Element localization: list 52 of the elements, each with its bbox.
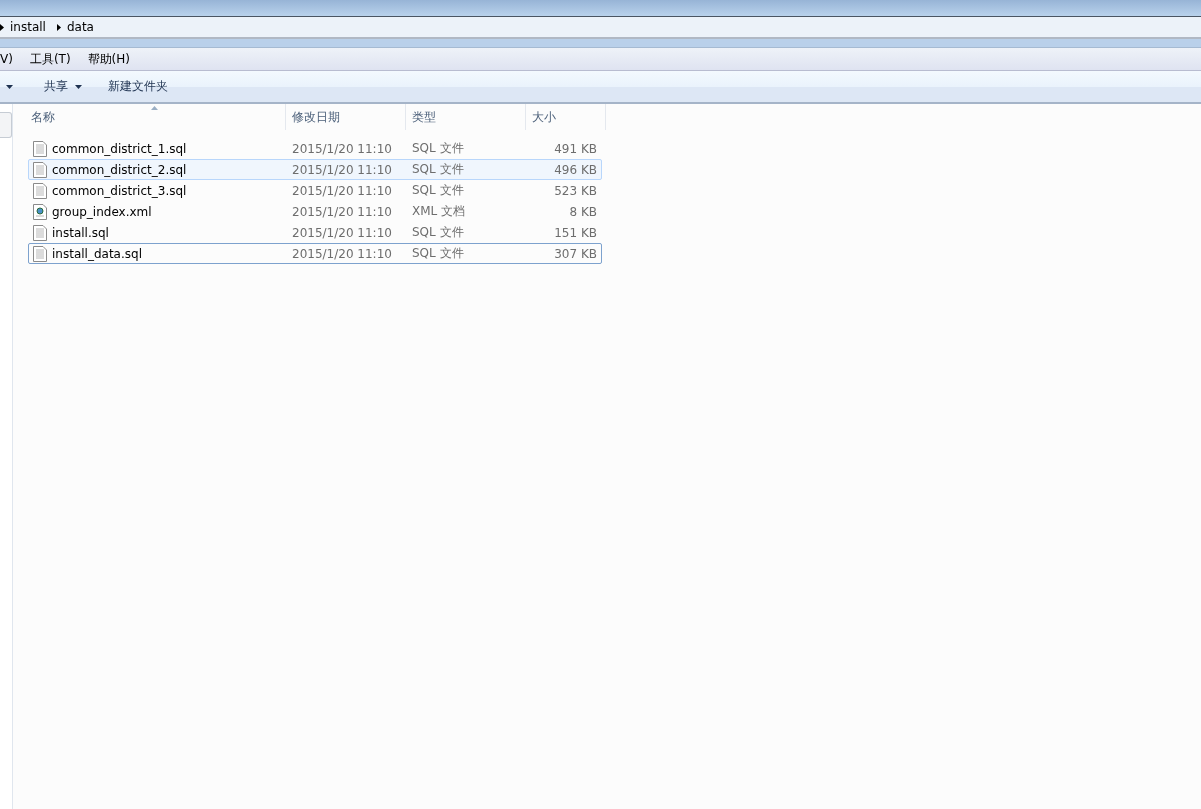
- file-row[interactable]: install_data.sql 2015/1/20 11:10 SQL 文件 307 KB: [28, 243, 602, 264]
- column-header[interactable]: 类型: [406, 104, 526, 130]
- file-name: install.sql: [52, 225, 110, 240]
- file-type: SQL 文件: [412, 245, 465, 262]
- file-row[interactable]: common_district_1.sql 2015/1/20 11:10 SQL 文件 491 KB: [28, 138, 602, 159]
- file-type: SQL 文件: [412, 182, 465, 199]
- file-row[interactable]: common_district_2.sql 2015/1/20 11:10 SQL 文件 496 KB: [28, 159, 602, 180]
- document-icon: [33, 182, 47, 199]
- file-date: 2015/1/20 11:10: [292, 246, 393, 261]
- chevron-right-icon[interactable]: [56, 23, 61, 31]
- breadcrumb-item[interactable]: install: [10, 20, 46, 34]
- file-size: 496 KB: [553, 162, 597, 177]
- file-size: 151 KB: [553, 225, 597, 240]
- file-date: 2015/1/20 11:10: [292, 225, 393, 240]
- document-icon: [33, 140, 47, 157]
- file-name: common_district_1.sql: [52, 141, 188, 156]
- file-size: 491 KB: [553, 141, 597, 156]
- menu-item[interactable]: 帮助(H): [87, 50, 130, 68]
- document-icon: [33, 224, 47, 241]
- file-name: common_district_2.sql: [52, 162, 188, 177]
- file-type: XML 文档: [412, 203, 467, 220]
- file-date: 2015/1/20 11:10: [292, 183, 393, 198]
- toolbar-button[interactable]: 共享: [31, 74, 95, 99]
- file-size: 8 KB: [568, 204, 597, 219]
- breadcrumb-item[interactable]: data: [66, 20, 94, 34]
- file-size: 523 KB: [553, 183, 597, 198]
- menu-item[interactable]: 工具(T): [29, 50, 71, 68]
- address-bar[interactable]: install data: [0, 17, 1201, 39]
- caret-icon: [75, 84, 82, 89]
- file-date: 2015/1/20 11:10: [292, 141, 393, 156]
- file-name: group_index.xml: [52, 204, 153, 219]
- file-type: SQL 文件: [412, 140, 465, 157]
- file-row[interactable]: common_district_3.sql 2015/1/20 11:10 SQL 文件 523 KB: [28, 180, 602, 201]
- document-icon: [33, 161, 47, 178]
- chevron-right-icon[interactable]: [0, 23, 4, 31]
- file-name: common_district_3.sql: [52, 183, 188, 198]
- caret-icon[interactable]: [6, 84, 13, 89]
- column-header[interactable]: 修改日期: [286, 104, 406, 130]
- toolbar-button[interactable]: 新建文件夹: [95, 74, 181, 99]
- column-header[interactable]: 名称: [13, 104, 286, 130]
- file-type: SQL 文件: [412, 161, 465, 178]
- document-icon: [33, 203, 47, 220]
- file-name: install_data.sql: [52, 246, 143, 261]
- file-row[interactable]: install.sql 2015/1/20 11:10 SQL 文件 151 KB: [28, 222, 602, 243]
- file-row[interactable]: group_index.xml 2015/1/20 11:10 XML 文档 8 KB: [28, 201, 602, 222]
- menu-item[interactable]: V): [0, 52, 13, 66]
- file-date: 2015/1/20 11:10: [292, 162, 393, 177]
- document-icon: [33, 245, 47, 262]
- file-size: 307 KB: [553, 246, 597, 261]
- file-date: 2015/1/20 11:10: [292, 204, 393, 219]
- file-type: SQL 文件: [412, 224, 465, 241]
- column-header[interactable]: 大小: [526, 104, 606, 130]
